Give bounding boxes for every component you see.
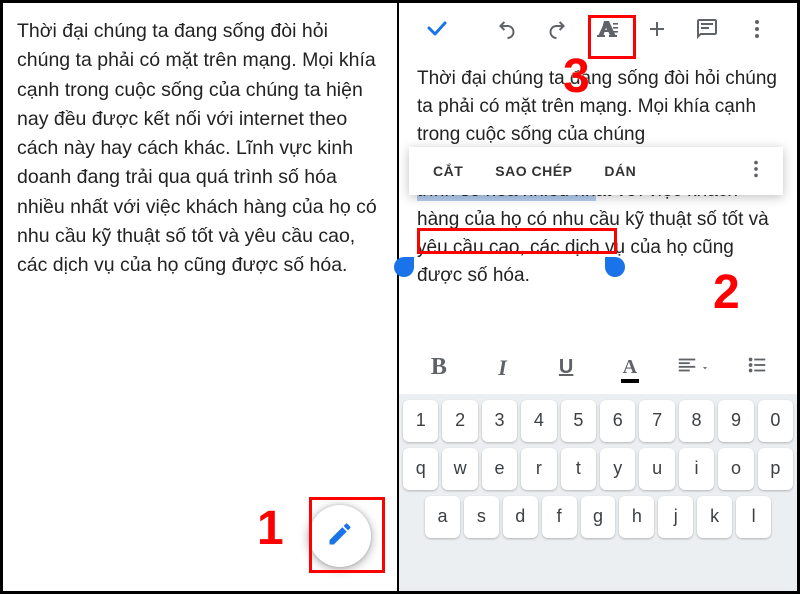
bullet-list-icon [746, 354, 768, 382]
key-t[interactable]: t [561, 448, 596, 490]
selection-handle-start[interactable] [394, 257, 414, 277]
align-button[interactable] [671, 348, 715, 388]
more-vert-icon [745, 167, 767, 184]
key-u[interactable]: u [639, 448, 674, 490]
key-4[interactable]: 4 [521, 400, 556, 442]
context-menu: CẮT SAO CHÉP DÁN [409, 147, 783, 195]
italic-button[interactable]: I [480, 348, 524, 388]
key-y[interactable]: y [600, 448, 635, 490]
key-l[interactable]: l [736, 496, 771, 538]
key-a[interactable]: a [425, 496, 460, 538]
key-h[interactable]: h [619, 496, 654, 538]
key-f[interactable]: f [542, 496, 577, 538]
key-9[interactable]: 9 [718, 400, 753, 442]
undo-icon [495, 17, 519, 46]
key-6[interactable]: 6 [600, 400, 635, 442]
align-left-icon [676, 354, 698, 382]
text-format-icon [595, 17, 619, 46]
key-5[interactable]: 5 [561, 400, 596, 442]
context-more[interactable] [737, 158, 775, 185]
context-cut[interactable]: CẮT [417, 163, 479, 179]
text-color-button[interactable]: A [608, 348, 652, 388]
redo-button[interactable] [535, 9, 579, 53]
more-vert-icon [745, 17, 769, 46]
comment-button[interactable] [685, 9, 729, 53]
document-text: Thời đại chúng ta đang sống đòi hỏi chún… [17, 17, 379, 280]
key-0[interactable]: 0 [758, 400, 793, 442]
key-s[interactable]: s [464, 496, 499, 538]
key-p[interactable]: p [758, 448, 793, 490]
chevron-down-icon [700, 356, 710, 379]
keyboard: 1234567890 qwertyuiop asdfghjkl [399, 394, 797, 591]
redo-icon [545, 17, 569, 46]
key-j[interactable]: j [658, 496, 693, 538]
key-2[interactable]: 2 [442, 400, 477, 442]
pencil-icon [326, 520, 354, 553]
editor-pane: Thời đại chúng ta đang sống đòi hỏi chún… [399, 3, 797, 591]
done-button[interactable] [415, 9, 459, 53]
key-d[interactable]: d [503, 496, 538, 538]
insert-button[interactable] [635, 9, 679, 53]
text-before-selection: Thời đại chúng ta đang sống đòi hỏi chún… [417, 68, 777, 145]
underline-button[interactable]: U [544, 348, 588, 388]
context-paste[interactable]: DÁN [588, 163, 652, 179]
key-7[interactable]: 7 [639, 400, 674, 442]
key-e[interactable]: e [482, 448, 517, 490]
text-color-swatch [621, 379, 639, 383]
key-o[interactable]: o [718, 448, 753, 490]
key-8[interactable]: 8 [679, 400, 714, 442]
list-button[interactable] [735, 348, 779, 388]
key-k[interactable]: k [697, 496, 732, 538]
key-3[interactable]: 3 [482, 400, 517, 442]
text-format-button[interactable] [585, 9, 629, 53]
key-i[interactable]: i [679, 448, 714, 490]
selection-handle-end[interactable] [605, 257, 625, 277]
bold-button[interactable]: B [417, 348, 461, 388]
undo-button[interactable] [485, 9, 529, 53]
format-bar: B I U A [399, 342, 797, 394]
text-color-label: A [623, 356, 637, 378]
more-button[interactable] [735, 9, 779, 53]
edit-fab[interactable] [309, 505, 371, 567]
key-r[interactable]: r [521, 448, 556, 490]
context-copy[interactable]: SAO CHÉP [479, 163, 588, 179]
key-g[interactable]: g [581, 496, 616, 538]
key-w[interactable]: w [442, 448, 477, 490]
key-1[interactable]: 1 [403, 400, 438, 442]
viewer-pane: Thời đại chúng ta đang sống đòi hỏi chún… [3, 3, 399, 591]
key-q[interactable]: q [403, 448, 438, 490]
comment-icon [695, 17, 719, 46]
check-icon [425, 17, 449, 46]
editor-toolbar [399, 3, 797, 59]
plus-icon [645, 17, 669, 46]
